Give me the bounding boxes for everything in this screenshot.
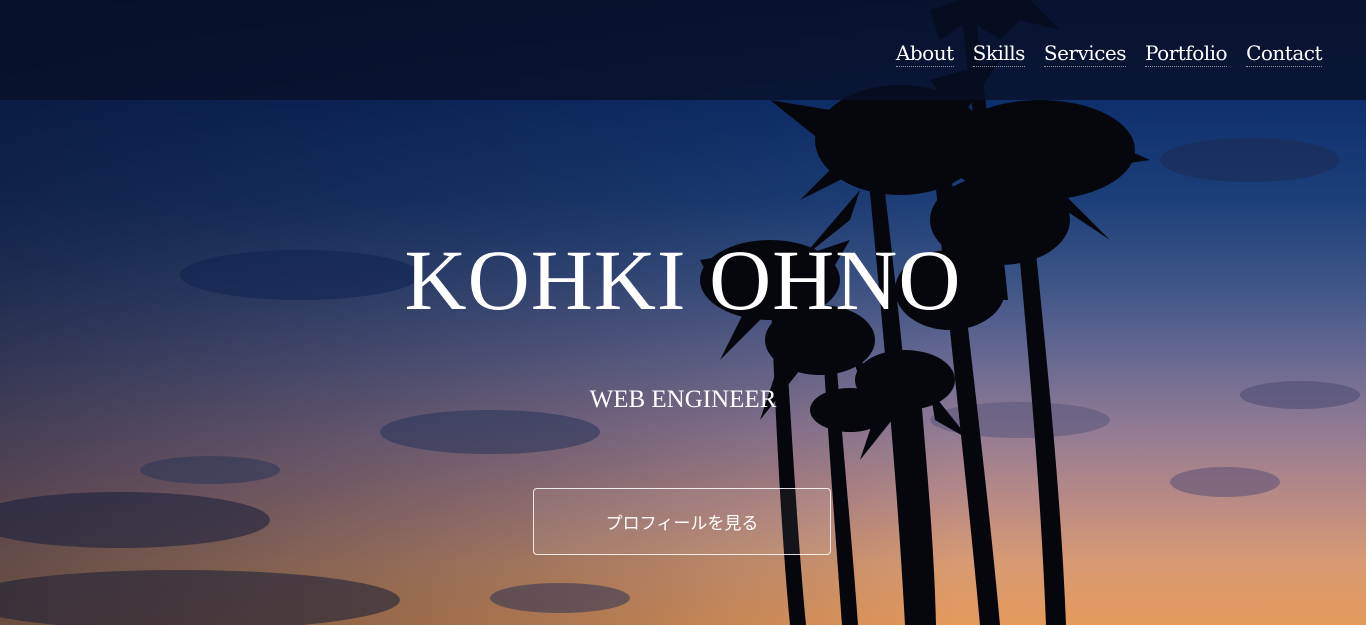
nav-link-skills[interactable]: Skills — [972, 41, 1025, 67]
nav-item-services: Services — [1043, 40, 1127, 67]
hero-subtitle: WEB ENGINEER — [589, 386, 777, 413]
nav-link-about[interactable]: About — [895, 41, 954, 67]
hero-title: KOHKI OHNO — [404, 232, 962, 328]
nav-item-contact: Contact — [1246, 40, 1322, 67]
nav-item-about: About — [895, 40, 954, 67]
nav-item-portfolio: Portfolio — [1145, 40, 1228, 67]
top-navbar: About Skills Services Portfolio Contact — [0, 0, 1366, 100]
nav-item-skills: Skills — [972, 40, 1025, 67]
nav-menu: About Skills Services Portfolio Contact — [895, 40, 1322, 67]
view-profile-button[interactable]: プロフィールを見る — [533, 488, 831, 555]
nav-link-portfolio[interactable]: Portfolio — [1145, 41, 1228, 67]
nav-link-contact[interactable]: Contact — [1246, 41, 1322, 67]
nav-link-services[interactable]: Services — [1043, 41, 1127, 67]
hero-section: About Skills Services Portfolio Contact … — [0, 0, 1366, 625]
